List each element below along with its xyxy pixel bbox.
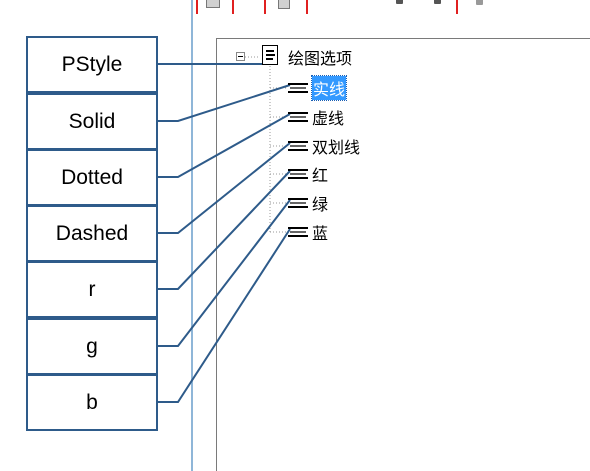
- pen-style-icon: [288, 225, 308, 239]
- connector-r: [158, 170, 291, 290]
- tree-item-blue[interactable]: 蓝: [288, 221, 328, 243]
- connector-b: [158, 228, 291, 403]
- tree-guide-lines: [245, 56, 286, 233]
- tree-item-label[interactable]: 实线: [310, 75, 348, 101]
- pen-style-icon: [288, 139, 308, 153]
- pen-style-icon: [288, 167, 308, 181]
- connector-g: [158, 199, 291, 347]
- tree-root-label[interactable]: 绘图选项: [288, 46, 352, 68]
- tree-item-red[interactable]: 红: [288, 163, 328, 185]
- pen-style-icon: [288, 196, 308, 210]
- pen-style-icon: [288, 81, 308, 95]
- pen-style-icon: [288, 110, 308, 124]
- tree-root-text: 绘图选项: [288, 49, 353, 68]
- tree-item-label[interactable]: 绿: [312, 191, 328, 215]
- tree-item-solid[interactable]: 实线: [288, 75, 348, 101]
- tree-item-label[interactable]: 蓝: [312, 220, 328, 244]
- tree-item-dashed[interactable]: 双划线: [288, 135, 360, 157]
- tree-item-green[interactable]: 绿: [288, 192, 328, 214]
- collapse-toggle-icon[interactable]: [236, 52, 245, 61]
- tree-item-label[interactable]: 红: [312, 162, 328, 186]
- tree-item-label[interactable]: 虚线: [312, 105, 344, 129]
- tree-item-dotted[interactable]: 虚线: [288, 106, 344, 128]
- tree-item-label[interactable]: 双划线: [312, 134, 360, 158]
- document-icon: [262, 45, 278, 65]
